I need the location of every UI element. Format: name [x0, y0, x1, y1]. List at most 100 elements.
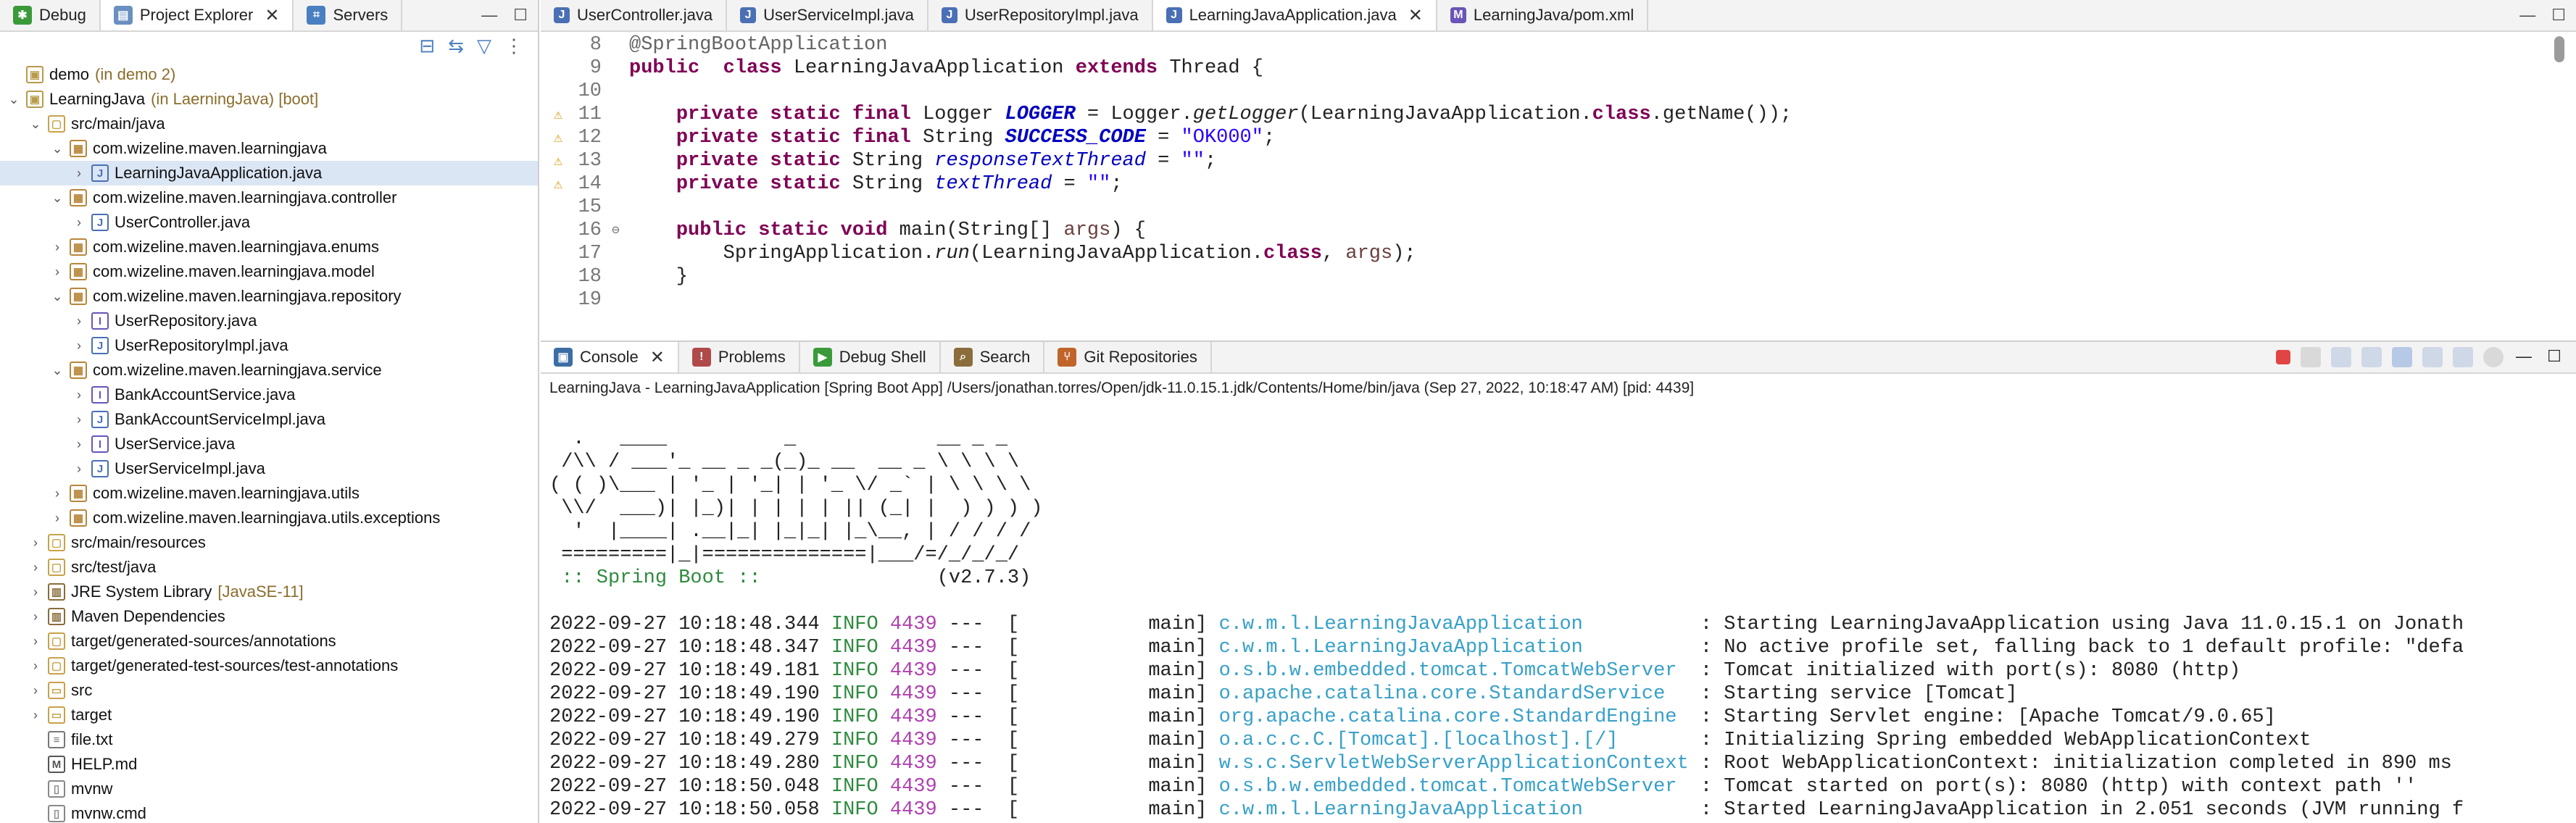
maximize-icon[interactable]: ☐: [2544, 347, 2564, 367]
close-icon[interactable]: ✕: [265, 5, 279, 26]
tree-item[interactable]: › ▦ com.wizeline.maven.learningjava.model: [0, 259, 538, 284]
pin-console-icon[interactable]: [2422, 347, 2443, 367]
tree-item[interactable]: › I UserRepository.java: [0, 309, 538, 333]
chevron-right-icon[interactable]: ›: [28, 708, 43, 723]
tree-item[interactable]: › ▢ target/generated-sources/annotations: [0, 629, 538, 653]
chevron-down-icon[interactable]: ⌄: [49, 191, 65, 206]
chevron-right-icon[interactable]: ›: [49, 511, 65, 526]
tree-item[interactable]: › J UserServiceImpl.java: [0, 456, 538, 481]
minimize-icon[interactable]: —: [481, 6, 497, 25]
tree-item[interactable]: › ▭ target: [0, 703, 538, 727]
chevron-right-icon[interactable]: ›: [71, 215, 87, 230]
tree-item[interactable]: › ▥ Maven Dependencies: [0, 604, 538, 629]
chevron-right-icon[interactable]: ›: [49, 240, 65, 255]
minimize-icon[interactable]: —: [2514, 347, 2534, 367]
scroll-lock-icon[interactable]: [2361, 347, 2382, 367]
view-menu-icon[interactable]: ⋮: [504, 35, 523, 57]
tree-item[interactable]: ⌄ ▣ LearningJava (in LaerningJava) [boot]: [0, 87, 538, 112]
chevron-down-icon[interactable]: ⌄: [49, 363, 65, 378]
maximize-icon[interactable]: ☐: [513, 6, 528, 25]
chevron-right-icon[interactable]: ›: [28, 560, 43, 575]
minimize-icon[interactable]: —: [2519, 6, 2535, 25]
left-tab-0[interactable]: ✱ Debug: [0, 0, 101, 30]
warning-marker-icon[interactable]: ⚠: [541, 175, 576, 193]
chevron-right-icon[interactable]: ›: [71, 314, 87, 329]
chevron-right-icon[interactable]: ›: [49, 486, 65, 501]
warning-marker-icon[interactable]: ⚠: [541, 128, 576, 147]
tree-item[interactable]: M HELP.md: [0, 752, 538, 777]
chevron-right-icon[interactable]: ›: [28, 683, 43, 698]
chevron-right-icon[interactable]: ›: [71, 338, 87, 354]
tree-item[interactable]: › ▢ src/main/resources: [0, 530, 538, 555]
word-wrap-icon[interactable]: [2392, 347, 2412, 367]
maximize-icon[interactable]: ☐: [2551, 6, 2566, 25]
code-area[interactable]: 8 @SpringBootApplication 9 public class Lea…: [541, 33, 2556, 312]
tree-item[interactable]: › ▢ target/generated-test-sources/test-ann…: [0, 653, 538, 678]
chevron-right-icon[interactable]: ›: [49, 264, 65, 280]
tree-item[interactable]: ▯ mvnw: [0, 777, 538, 801]
chevron-right-icon[interactable]: ›: [28, 609, 43, 624]
tree-item[interactable]: › ▭ src: [0, 678, 538, 703]
editor-tab-1[interactable]: J UserServiceImpl.java: [727, 0, 928, 30]
console-tab-4[interactable]: ⑂ Git Repositories: [1044, 342, 1212, 372]
tree-item[interactable]: › ▦ com.wizeline.maven.learningjava.utils: [0, 481, 538, 506]
fold-toggle-icon[interactable]: ⊖: [612, 222, 629, 238]
clear-console-icon[interactable]: [2331, 347, 2351, 367]
console-tab-1[interactable]: ! Problems: [679, 342, 800, 372]
chevron-right-icon[interactable]: ›: [28, 535, 43, 551]
close-icon[interactable]: ✕: [1408, 5, 1423, 26]
chevron-right-icon[interactable]: ›: [71, 461, 87, 477]
chevron-right-icon[interactable]: ›: [28, 634, 43, 649]
chevron-down-icon[interactable]: ⌄: [6, 92, 22, 107]
console-tab-0[interactable]: ▣ Console ✕: [541, 342, 679, 372]
tree-item[interactable]: ▣ demo (in demo 2): [0, 62, 538, 87]
chevron-down-icon[interactable]: ⌄: [28, 117, 43, 132]
editor-scrollbar[interactable]: [2554, 36, 2564, 62]
warning-marker-icon[interactable]: ⚠: [541, 105, 576, 124]
tree-item[interactable]: ▯ mvnw.cmd: [0, 801, 538, 823]
tree-item[interactable]: › ▥ JRE System Library [JavaSE-11]: [0, 580, 538, 604]
tree-item[interactable]: ⌄ ▦ com.wizeline.maven.learningjava: [0, 136, 538, 161]
editor-tab-0[interactable]: J UserController.java: [541, 0, 728, 30]
collapse-all-icon[interactable]: ⊟: [419, 35, 435, 57]
warning-marker-icon[interactable]: ⚠: [541, 151, 576, 170]
chevron-right-icon[interactable]: ›: [28, 585, 43, 600]
chevron-down-icon[interactable]: ⌄: [49, 289, 65, 304]
chevron-right-icon[interactable]: ›: [71, 412, 87, 427]
editor-tab-4[interactable]: M LearningJava/pom.xml: [1437, 0, 1649, 30]
tree-item[interactable]: › J UserController.java: [0, 210, 538, 235]
tree-item[interactable]: ≡ file.txt: [0, 727, 538, 752]
settings-icon[interactable]: [2483, 347, 2504, 367]
console-tab-2[interactable]: ▶ Debug Shell: [800, 342, 941, 372]
left-tab-1[interactable]: ▤ Project Explorer ✕: [100, 0, 294, 30]
terminate-icon[interactable]: [2276, 350, 2290, 364]
chevron-down-icon[interactable]: ⌄: [49, 141, 65, 156]
tree-item[interactable]: › J UserRepositoryImpl.java: [0, 333, 538, 358]
left-tab-2[interactable]: ⌗ Servers: [294, 0, 403, 30]
tree-item[interactable]: ⌄ ▦ com.wizeline.maven.learningjava.servic…: [0, 358, 538, 383]
tree-item[interactable]: ⌄ ▦ com.wizeline.maven.learningjava.reposi…: [0, 284, 538, 309]
open-console-icon[interactable]: [2453, 347, 2473, 367]
close-icon[interactable]: ✕: [650, 347, 665, 368]
tree-item[interactable]: › J LearningJavaApplication.java: [0, 161, 538, 185]
tree-item[interactable]: › I UserService.java: [0, 432, 538, 456]
tree-item[interactable]: › ▢ src/test/java: [0, 555, 538, 580]
filter-icon[interactable]: ▽: [477, 35, 491, 57]
chevron-right-icon[interactable]: ›: [28, 659, 43, 674]
console-output[interactable]: . ____ _ __ _ _ /\\ / ___'_ __ _ _(_)_ _…: [541, 427, 2576, 822]
link-editor-icon[interactable]: ⇆: [448, 35, 464, 57]
chevron-right-icon[interactable]: ›: [71, 437, 87, 452]
tree-item[interactable]: ⌄ ▢ src/main/java: [0, 112, 538, 136]
tree-item[interactable]: ⌄ ▦ com.wizeline.maven.learningjava.contro…: [0, 185, 538, 210]
editor-tab-3[interactable]: J LearningJavaApplication.java ✕: [1152, 0, 1437, 30]
chevron-right-icon[interactable]: ›: [71, 388, 87, 403]
remove-launch-icon[interactable]: [2301, 347, 2321, 367]
tree-item[interactable]: › I BankAccountService.java: [0, 383, 538, 407]
console-tab-3[interactable]: ⌕ Search: [941, 342, 1045, 372]
editor-tab-2[interactable]: J UserRepositoryImpl.java: [928, 0, 1153, 30]
tree-item[interactable]: › ▦ com.wizeline.maven.learningjava.enums: [0, 235, 538, 259]
tree-item[interactable]: › J BankAccountServiceImpl.java: [0, 407, 538, 432]
tree-item[interactable]: › ▦ com.wizeline.maven.learningjava.utils.…: [0, 506, 538, 530]
chevron-right-icon[interactable]: ›: [71, 166, 87, 181]
